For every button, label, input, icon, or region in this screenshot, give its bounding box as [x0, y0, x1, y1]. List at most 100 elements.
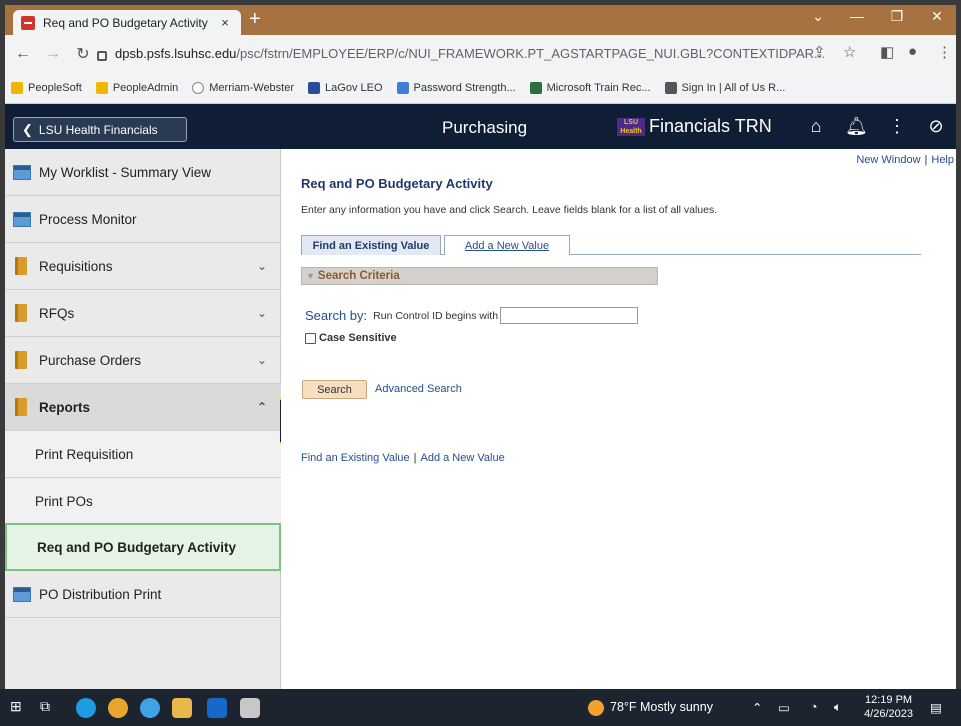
chevron-down-icon: ⌄	[256, 353, 267, 367]
bars-icon	[396, 81, 409, 94]
share-icon[interactable]: ⇪	[813, 43, 826, 61]
browser-toolbar: ← → ↻ dpsb.psfs.lsuhsc.edu/psc/fstrn/EMP…	[5, 35, 956, 72]
tab-search-icon[interactable]: ⌄	[798, 8, 838, 25]
bookmark-microsoft-train[interactable]: Microsoft Train Rec...	[529, 81, 651, 94]
new-tab-button[interactable]: +	[249, 8, 261, 31]
wifi-icon[interactable]: ◔	[810, 700, 818, 714]
taskbar: ⊞ ⧉ 78°F Mostly sunny ⌃ ▭ ◔ 🔈︎ 12:19 PM …	[0, 689, 961, 726]
home-icon[interactable]: ⌂	[805, 116, 827, 137]
page-icon	[13, 164, 31, 180]
left-sidebar: My Worklist - Summary View Process Monit…	[5, 149, 281, 694]
forward-arrow-icon[interactable]: →	[41, 45, 65, 63]
date-text: 4/26/2023	[864, 708, 913, 720]
task-view-icon[interactable]: ⧉	[40, 698, 60, 718]
bookmark-lagov-leo[interactable]: LaGov LEO	[308, 81, 383, 94]
notifications-icon[interactable]: ▤	[930, 700, 942, 715]
sidebar-item-requisitions[interactable]: Requisitions ⌄	[5, 243, 281, 290]
sidebar-item-req-po-budgetary-activity[interactable]: Req and PO Budgetary Activity	[5, 523, 281, 571]
bookmark-password-strength[interactable]: Password Strength...	[396, 81, 516, 94]
sharepoint-icon	[529, 81, 542, 94]
weather-sun-icon[interactable]	[588, 700, 604, 716]
reload-icon[interactable]: ↻	[71, 44, 95, 64]
file-explorer-icon[interactable]	[172, 698, 192, 718]
app-window-icon[interactable]	[240, 698, 260, 718]
sidebar-item-print-requisition[interactable]: Print Requisition	[5, 431, 281, 478]
search-by-label: Search by:	[305, 308, 368, 323]
weather-text[interactable]: 78°F Mostly sunny	[610, 700, 713, 714]
bookmark-merriam-webster[interactable]: Merriam-Webster	[192, 81, 294, 94]
tab-find-existing-value[interactable]: Find an Existing Value	[301, 235, 441, 255]
sidebar-item-print-pos[interactable]: Print POs	[5, 478, 281, 525]
sidebar-item-po-distribution-print[interactable]: PO Distribution Print	[5, 571, 281, 618]
add-new-value-link[interactable]: Add a New Value	[421, 452, 505, 464]
tab-title: Req and PO Budgetary Activity	[43, 15, 208, 30]
app-icon[interactable]	[140, 698, 160, 718]
sidebar-item-reports[interactable]: Reports ⌃	[5, 384, 281, 431]
network-icon[interactable]: ▭	[778, 700, 790, 715]
run-control-id-input[interactable]	[500, 307, 639, 324]
back-lsu-health-button[interactable]: ❮ LSU Health Financials	[13, 117, 187, 142]
all-of-us-icon	[664, 81, 677, 94]
page-icon	[13, 586, 31, 602]
help-link[interactable]: Help	[931, 154, 954, 166]
sidebar-item-process-monitor[interactable]: Process Monitor	[5, 196, 281, 243]
folder-icon	[11, 81, 23, 94]
time-text: 12:19 PM	[864, 694, 913, 706]
profile-icon[interactable]: ●	[908, 43, 917, 60]
volume-icon[interactable]: 🔈︎	[834, 700, 842, 715]
clock[interactable]: 12:19 PM 4/26/2023	[864, 693, 913, 721]
tray-chevron-icon[interactable]: ⌃	[752, 700, 762, 715]
side-panel-icon[interactable]: ◧	[880, 43, 894, 61]
restore-button[interactable]: ❐	[877, 8, 917, 25]
bookmark-peopleadmin[interactable]: PeopleAdmin	[95, 81, 178, 94]
search-button[interactable]: Search	[302, 380, 367, 399]
bottom-links: Find an Existing Value | Add a New Value	[301, 452, 505, 464]
case-sensitive-row: Case Sensitive	[305, 332, 397, 344]
favicon-icon	[21, 15, 35, 30]
back-arrow-icon[interactable]: ←	[11, 45, 35, 63]
instructions-text: Enter any information you have and click…	[301, 204, 718, 216]
bookmark-star-icon[interactable]: ☆	[843, 43, 856, 61]
edge-icon[interactable]	[76, 698, 96, 718]
chrome-icon[interactable]	[108, 698, 128, 718]
case-sensitive-checkbox[interactable]	[305, 332, 316, 344]
bookmark-peoplesoft[interactable]: PeopleSoft	[11, 81, 82, 94]
folder-icon	[15, 351, 27, 369]
close-window-button[interactable]: ✕	[917, 8, 956, 25]
sidebar-item-purchase-orders[interactable]: Purchase Orders ⌄	[5, 337, 281, 384]
windows-start-icon[interactable]: ⊞	[10, 698, 30, 718]
collapse-triangle-icon: ▼	[306, 271, 315, 281]
actions-menu-icon[interactable]: ⋮	[886, 116, 908, 137]
tab-add-new-value[interactable]: Add a New Value	[444, 235, 570, 255]
minimize-button[interactable]: —	[837, 8, 877, 24]
browser-tab[interactable]: Req and PO Budgetary Activity ×	[13, 10, 241, 35]
address-bar[interactable]: dpsb.psfs.lsuhsc.edu/psc/fstrn/EMPLOYEE/…	[97, 40, 867, 67]
page-icon	[13, 211, 31, 227]
find-existing-value-link[interactable]: Find an Existing Value	[301, 452, 410, 464]
advanced-search-link[interactable]: Advanced Search	[375, 383, 462, 395]
url-path: /psc/fstrn/EMPLOYEE/ERP/c/NUI_FRAMEWORK.…	[236, 46, 825, 61]
menu-dots-icon[interactable]: ⋮	[937, 43, 952, 61]
notifications-bell-icon[interactable]: 🔔︎	[845, 116, 868, 137]
outlook-icon[interactable]	[207, 698, 227, 718]
sidebar-item-rfqs[interactable]: RFQs ⌄	[5, 290, 281, 337]
top-links: New Window | Help	[856, 154, 954, 166]
folder-icon	[95, 81, 108, 94]
sap-logo-icon	[308, 81, 321, 94]
bookmark-all-of-us[interactable]: Sign In | All of Us R...	[664, 81, 785, 94]
mw-logo-icon	[192, 81, 205, 94]
folder-icon	[15, 304, 27, 322]
close-tab-icon[interactable]: ×	[217, 15, 233, 30]
main-content: New Window | Help Req and PO Budgetary Act…	[281, 149, 956, 694]
chevron-up-icon: ⌃	[256, 400, 267, 414]
search-criteria-header[interactable]: ▼ Search Criteria	[301, 267, 658, 285]
lock-icon[interactable]	[97, 50, 107, 61]
brand: LSU Health Financials TRN	[617, 116, 772, 137]
bookmarks-bar: PeopleSoft PeopleAdmin Merriam-Webster L…	[5, 72, 956, 104]
page-title: Purchasing	[442, 118, 528, 137]
sidebar-item-my-worklist[interactable]: My Worklist - Summary View	[5, 149, 281, 196]
folder-icon	[15, 257, 27, 275]
navbar-compass-icon[interactable]: ⊘	[925, 116, 947, 137]
lsu-health-logo: LSU Health	[617, 117, 645, 136]
new-window-link[interactable]: New Window	[856, 154, 920, 166]
